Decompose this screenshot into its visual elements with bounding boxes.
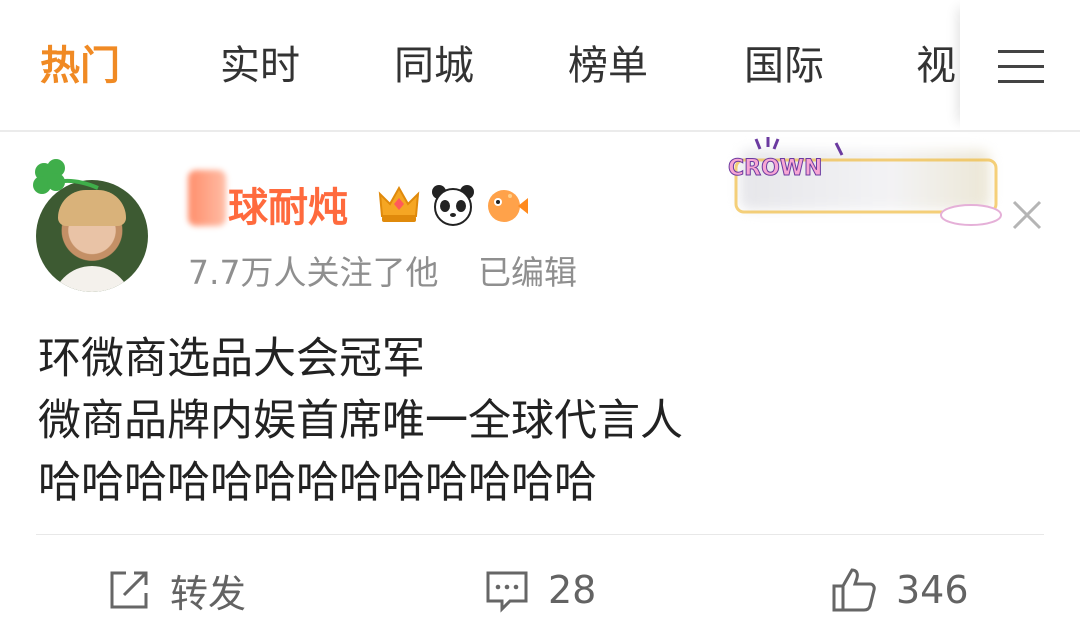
hamburger-icon [998, 50, 1044, 83]
comment-button[interactable]: 28 [484, 560, 596, 620]
like-count: 346 [896, 568, 969, 612]
follower-count: 7.7万人关注了他 [188, 253, 439, 292]
tab-hot[interactable]: 热门 [40, 36, 120, 96]
comment-icon [486, 571, 528, 613]
author-name[interactable]: 球耐炖 [228, 180, 348, 236]
username-redacted-part [188, 170, 226, 226]
tab-bar-divider [0, 130, 1080, 132]
repost-icon [110, 571, 148, 609]
channel-tabs: 热门 实时 同城 榜单 国际 视 [0, 0, 960, 130]
tab-local[interactable]: 同城 [394, 36, 474, 96]
tab-ranking[interactable]: 榜单 [568, 36, 648, 96]
crown-text: CROWN [728, 156, 822, 181]
tab-international[interactable]: 国际 [744, 36, 824, 96]
edited-label: 已编辑 [478, 253, 577, 292]
panda-badge-icon[interactable] [430, 182, 476, 228]
channel-menu-button[interactable] [960, 0, 1080, 130]
clover-icon [33, 159, 99, 194]
repost-label: 转发 [170, 571, 247, 616]
repost-button[interactable]: 转发 [106, 560, 246, 620]
pufferfish-badge-icon[interactable] [484, 182, 530, 228]
crown-decoration-card: CROWN [728, 137, 1002, 226]
channel-tab-bar: 热门 实时 同城 榜单 国际 视 [0, 0, 1080, 130]
crown-badge-icon[interactable] [376, 182, 422, 228]
post-text-line: 环微商选品大会冠军 [38, 334, 425, 384]
tab-realtime[interactable]: 实时 [220, 36, 300, 96]
close-icon[interactable] [1004, 192, 1050, 238]
like-button[interactable]: 346 [830, 560, 969, 620]
post-text: 环微商选品大会冠军 微商品牌内娱首席唯一全球代言人 哈哈哈哈哈哈哈哈哈哈哈哈哈 [38, 328, 683, 514]
post-text-line: 哈哈哈哈哈哈哈哈哈哈哈哈哈 [38, 458, 597, 508]
author-avatar[interactable] [30, 158, 160, 292]
post-text-line: 微商品牌内娱首席唯一全球代言人 [38, 396, 683, 446]
action-bar-divider [36, 534, 1044, 535]
thumbs-up-icon [832, 568, 876, 612]
comment-count: 28 [548, 568, 597, 612]
tab-video[interactable]: 视 [916, 36, 956, 96]
